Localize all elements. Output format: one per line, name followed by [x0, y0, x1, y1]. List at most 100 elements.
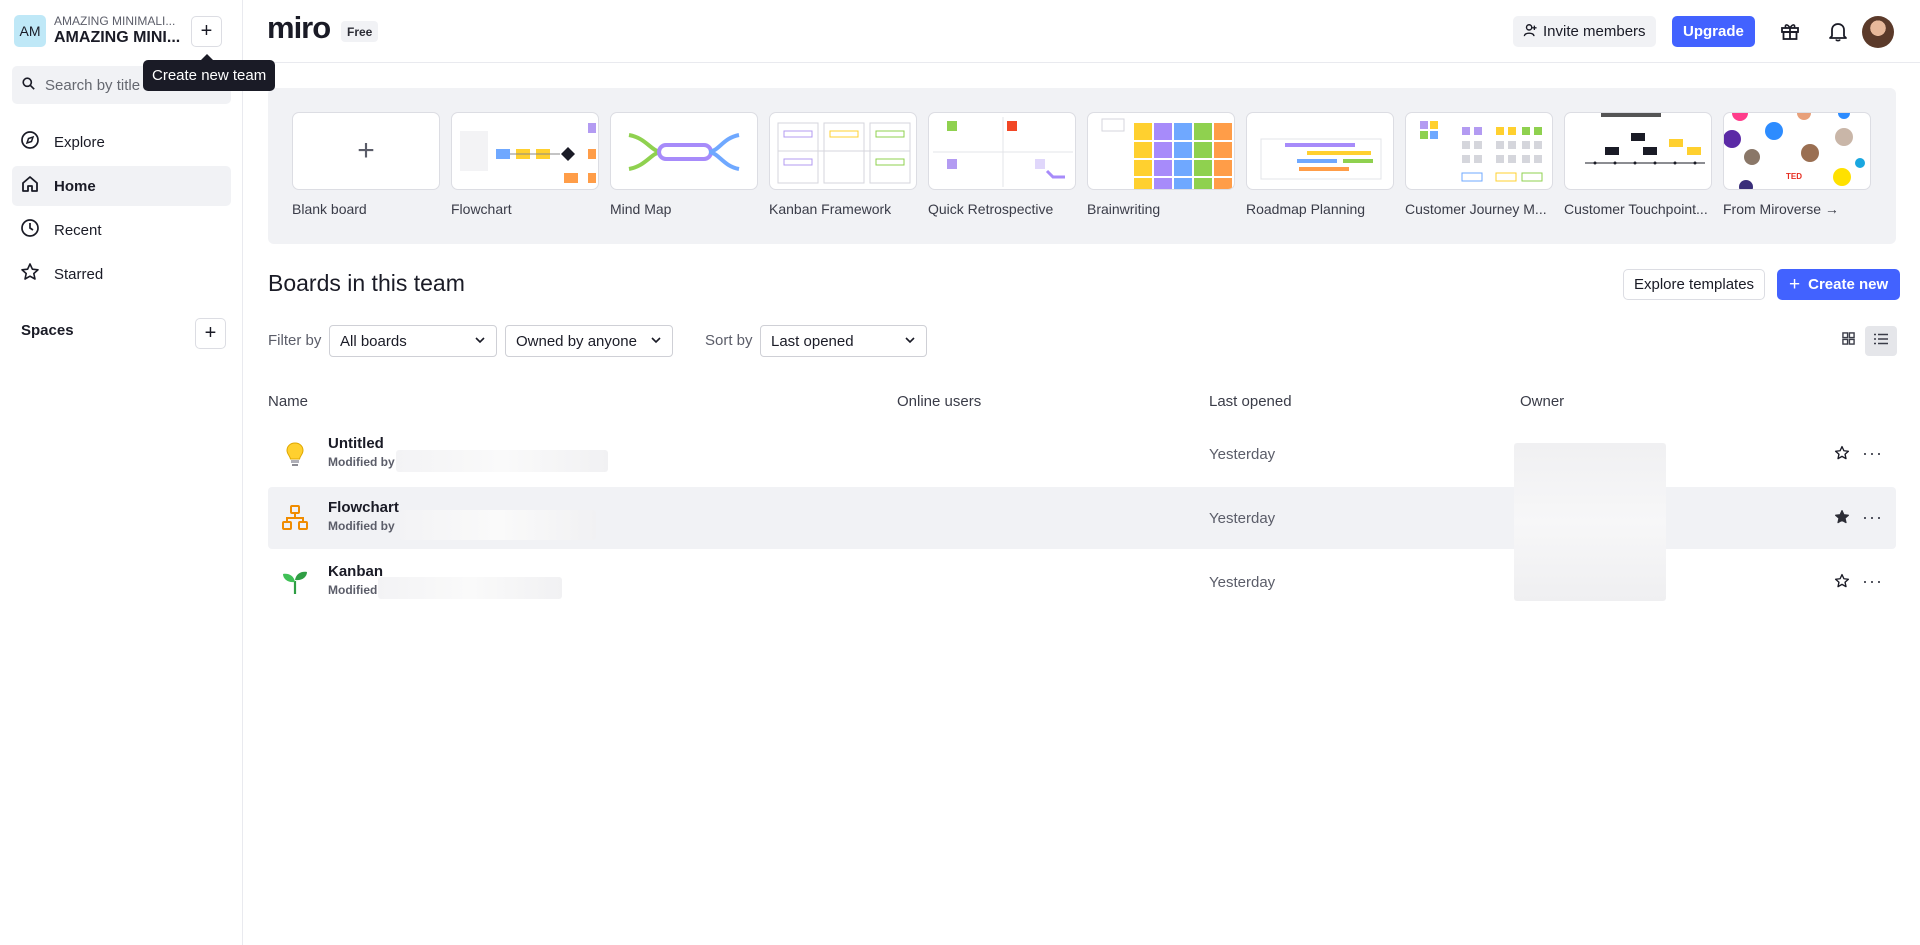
search-icon: [22, 76, 35, 94]
create-team-button[interactable]: +: [191, 16, 222, 47]
template-mind-map[interactable]: Mind Map: [610, 112, 758, 217]
templates-strip: + Blank board Flowchart Mind Map Kanban …: [268, 88, 1896, 244]
board-title: Kanban: [328, 563, 384, 580]
template-blank-board[interactable]: + Blank board: [292, 112, 440, 217]
chevron-down-icon: [904, 333, 916, 350]
last-opened-value: Yesterday: [1209, 510, 1276, 527]
filter-label: Filter by: [268, 332, 322, 349]
template-thumbnail: [451, 112, 599, 190]
board-filter-dropdown[interactable]: All boards: [329, 325, 497, 357]
add-space-button[interactable]: +: [195, 318, 226, 349]
template-label: Brainwriting: [1087, 201, 1161, 217]
chevron-down-icon: [650, 333, 662, 350]
template-roadmap-planning[interactable]: Roadmap Planning: [1246, 112, 1394, 217]
sidebar-nav: Explore Home Recent Starred: [12, 122, 231, 298]
last-opened-value: Yesterday: [1209, 574, 1276, 591]
column-header-name[interactable]: Name: [268, 393, 308, 410]
template-brainwriting[interactable]: Brainwriting: [1087, 112, 1235, 217]
column-header-online-users: Online users: [897, 393, 982, 410]
template-label: Roadmap Planning: [1246, 201, 1366, 217]
template-label: Mind Map: [610, 201, 672, 217]
more-options-icon[interactable]: ···: [1862, 507, 1883, 528]
svg-text:TED: TED: [1786, 172, 1802, 181]
column-header-last-opened[interactable]: Last opened: [1209, 393, 1292, 410]
sidebar-item-recent[interactable]: Recent: [12, 210, 231, 250]
plus-icon: +: [1789, 273, 1801, 295]
sidebar-item-starred[interactable]: Starred: [12, 254, 231, 294]
template-quick-retrospective[interactable]: Quick Retrospective: [928, 112, 1076, 217]
template-customer-touchpoint[interactable]: Customer Touchpoint...: [1564, 112, 1712, 217]
sidebar-item-home[interactable]: Home: [12, 166, 231, 206]
template-thumbnail: [1564, 112, 1712, 190]
team-name-small: AMAZING MINIMALI...: [54, 14, 176, 28]
template-from-miroverse[interactable]: TED From Miroverse →: [1723, 112, 1871, 217]
sprout-icon: [280, 567, 310, 597]
list-icon: [1874, 332, 1888, 350]
star-icon[interactable]: [1834, 445, 1850, 466]
sidebar-item-label: Home: [54, 177, 96, 195]
template-flowchart[interactable]: Flowchart: [451, 112, 599, 217]
column-header-owner[interactable]: Owner: [1520, 393, 1564, 410]
miro-logo[interactable]: miro: [267, 10, 331, 46]
owner-filter-dropdown[interactable]: Owned by anyone: [505, 325, 673, 357]
redacted-owner-column: [1514, 443, 1666, 601]
team-name-big: AMAZING MINI...: [54, 29, 181, 46]
template-thumbnail: +: [292, 112, 440, 190]
plan-badge: Free: [341, 21, 379, 42]
chevron-down-icon: [474, 333, 486, 350]
template-label: Flowchart: [451, 201, 512, 217]
template-label: Kanban Framework: [769, 201, 892, 217]
flowchart-icon: [280, 503, 310, 533]
create-new-label: Create new: [1808, 276, 1889, 293]
plus-icon: +: [200, 20, 213, 42]
sidebar-item-explore[interactable]: Explore: [12, 122, 231, 162]
template-customer-journey[interactable]: Customer Journey M...: [1405, 112, 1553, 217]
board-modified-by: Modified by: [328, 519, 395, 533]
redacted-user: [396, 450, 608, 472]
explore-templates-button[interactable]: Explore templates: [1623, 269, 1766, 300]
user-avatar[interactable]: [1862, 16, 1894, 48]
more-options-icon[interactable]: ···: [1862, 443, 1883, 464]
template-thumbnail: [1405, 112, 1553, 190]
compass-icon: [20, 130, 54, 154]
template-thumbnail: [1087, 112, 1235, 190]
dropdown-value: Owned by anyone: [516, 332, 637, 350]
more-options-icon[interactable]: ···: [1862, 571, 1883, 592]
list-view-button[interactable]: [1865, 326, 1897, 356]
top-bar: miro Free Invite members Upgrade: [243, 0, 1920, 63]
team-switcher[interactable]: AM AMAZING MINIMALI... AMAZING MINI...: [14, 14, 180, 48]
dropdown-value: Last opened: [771, 332, 854, 350]
template-label: Customer Journey M...: [1405, 201, 1547, 217]
search-placeholder: Search by title o: [45, 76, 153, 94]
invite-members-button[interactable]: Invite members: [1513, 16, 1656, 47]
board-title: Flowchart: [328, 499, 399, 516]
sidebar-item-label: Explore: [54, 133, 105, 151]
create-new-button[interactable]: + Create new: [1777, 269, 1901, 300]
invite-members-label: Invite members: [1543, 23, 1646, 40]
template-kanban-framework[interactable]: Kanban Framework: [769, 112, 917, 217]
sort-dropdown[interactable]: Last opened: [760, 325, 927, 357]
upgrade-button[interactable]: Upgrade: [1672, 16, 1755, 47]
clock-icon: [20, 218, 54, 242]
add-user-icon: [1523, 23, 1543, 41]
template-thumbnail: [1246, 112, 1394, 190]
home-icon: [20, 174, 54, 198]
template-label: From Miroverse →: [1723, 201, 1839, 217]
page-title: Boards in this team: [268, 270, 465, 296]
template-label: Blank board: [292, 201, 367, 217]
template-thumbnail: [928, 112, 1076, 190]
grid-icon: [1841, 332, 1855, 350]
gift-icon[interactable]: [1779, 20, 1801, 47]
grid-view-button[interactable]: [1832, 326, 1864, 356]
star-icon: [20, 262, 54, 286]
template-thumbnail: TED: [1723, 112, 1871, 190]
dropdown-value: All boards: [340, 332, 407, 350]
plus-icon: +: [204, 322, 217, 344]
star-filled-icon[interactable]: [1834, 509, 1850, 530]
redacted-user: [378, 577, 562, 599]
last-opened-value: Yesterday: [1209, 446, 1276, 463]
redacted-user: [400, 510, 596, 540]
board-modified-by: Modified by: [328, 455, 395, 469]
star-icon[interactable]: [1834, 573, 1850, 594]
bell-icon[interactable]: [1827, 20, 1849, 47]
